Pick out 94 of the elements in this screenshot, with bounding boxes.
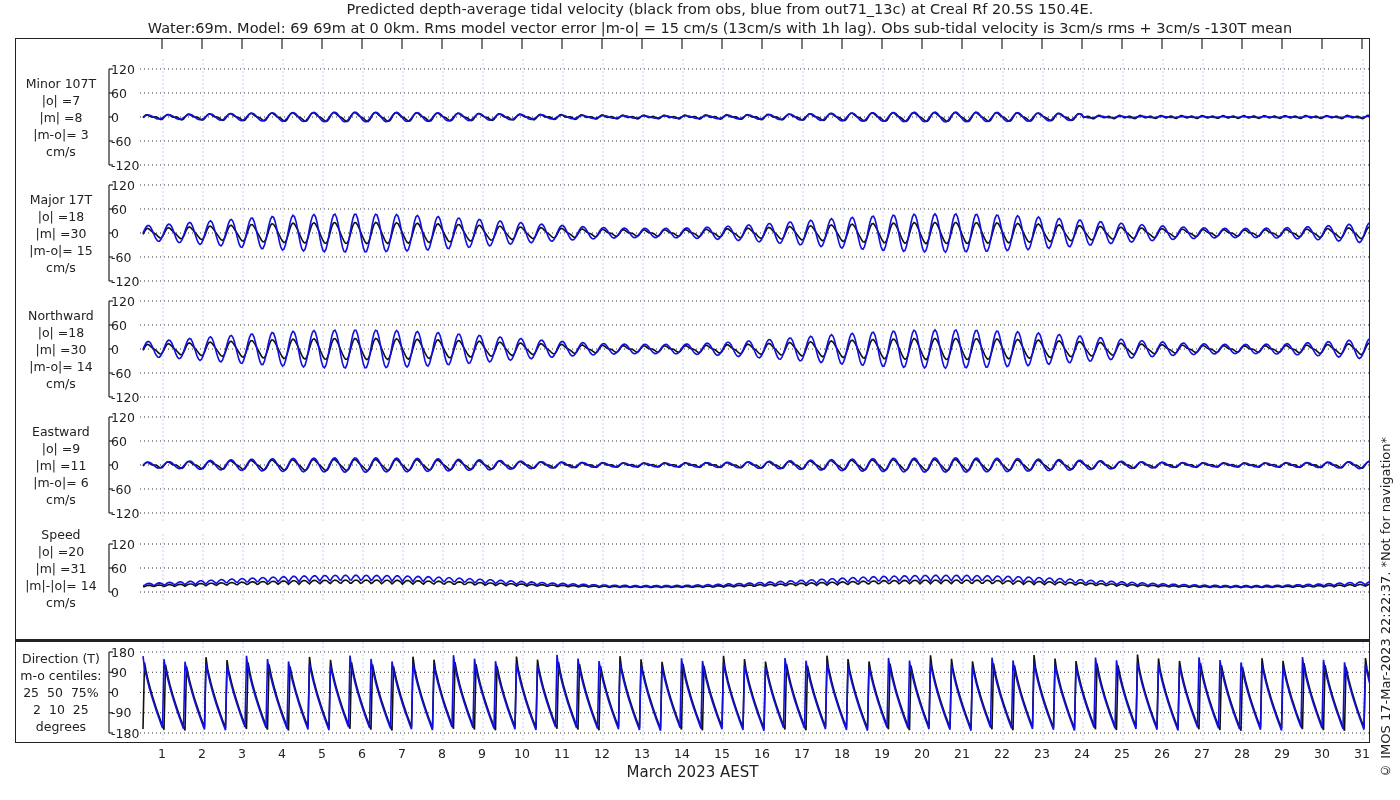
axis-tick-label: 14 [674, 746, 690, 761]
panel-label: |m| =8 [39, 108, 83, 126]
axis-tick-label: 24 [1074, 746, 1090, 761]
panel-label: cm/s [46, 258, 76, 276]
axis-tick-label: 60 [110, 433, 127, 449]
chart-title: Water:69m. Model: 69 69m at 0 0km. Rms model vector error |m-o| = 15 cm/s (13cm/s with 1h lag). Obs sub-tidal velocity is 3cm/s rms + 3cm/s -130T mean [147, 19, 1293, 38]
axis-tick-label: 19 [874, 746, 890, 761]
axis-tick-label: 0 [110, 109, 119, 125]
panel-label: Eastward [32, 422, 90, 440]
axis-tick-label: -180 [110, 725, 140, 741]
panel-label: cm/s [46, 374, 76, 392]
axis-tick-label: 90 [110, 664, 127, 680]
axis-tick-label: 10 [514, 746, 530, 761]
panel-label: |m-o|= 14 [29, 357, 93, 375]
axis-tick-label: 11 [554, 746, 570, 761]
axis-tick-label: 2 [198, 746, 206, 761]
axis-tick-label: 17 [794, 746, 810, 761]
axis-tick-label: 120 [110, 536, 135, 552]
axis-tick-label: -120 [110, 273, 140, 289]
panel-label: |m-o|= 15 [29, 241, 93, 259]
axis-tick-label: 0 [110, 341, 119, 357]
axis-tick-label: 9 [478, 746, 486, 761]
axis-tick-label: 22 [994, 746, 1010, 761]
axis-tick-label: 12 [594, 746, 610, 761]
panel-label: |m| =30 [35, 224, 87, 242]
axis-tick-label: 60 [110, 201, 127, 217]
panel-label: |m-o|= 6 [33, 473, 89, 491]
axis-tick-label: 1 [158, 746, 166, 761]
axis-tick-label: 21 [954, 746, 970, 761]
axis-tick-label: 7 [398, 746, 406, 761]
panel-label: |m|-|o|= 14 [25, 576, 97, 594]
axis-tick-label: 4 [278, 746, 286, 761]
copyright-note: © IMOS 17-Mar-2023 22:22:37. *Not for navigation* [1377, 437, 1393, 778]
axis-tick-label: 31 [1354, 746, 1370, 761]
axis-tick-label: -120 [110, 157, 140, 173]
axis-tick-label: 20 [914, 746, 930, 761]
panel-label: cm/s [46, 490, 76, 508]
axis-tick-label: 26 [1154, 746, 1170, 761]
axis-tick-label: -60 [110, 133, 132, 149]
axis-tick-label: 180 [110, 644, 135, 660]
panel-label: |o| =18 [37, 323, 85, 341]
axis-tick-label: 60 [110, 560, 127, 576]
panel-label: |m-o|= 3 [33, 125, 89, 143]
panel-label: |m| =11 [35, 456, 87, 474]
axis-tick-label: 120 [110, 293, 135, 309]
axis-tick-label: -90 [110, 705, 132, 721]
panel-label: Major 17T [29, 190, 93, 208]
axis-tick-label: 8 [438, 746, 446, 761]
panel-label: Minor 107T [25, 74, 97, 92]
panel-label: |o| =7 [41, 91, 81, 109]
panel-label: |o| =18 [37, 207, 85, 225]
panel-label: cm/s [46, 142, 76, 160]
panel-label: degrees [35, 717, 87, 735]
axis-tick-label: 13 [634, 746, 650, 761]
axis-tick-label: -120 [110, 389, 140, 405]
axis-tick-label: 6 [358, 746, 366, 761]
axis-tick-label: 15 [714, 746, 730, 761]
panel-label: |m| =31 [35, 559, 87, 577]
panel-label: |o| =20 [37, 542, 85, 560]
axis-tick-label: 120 [110, 177, 135, 193]
panel-label: m-o centiles: [20, 666, 102, 684]
axis-tick-label: 29 [1274, 746, 1290, 761]
axis-tick-label: 0 [110, 584, 119, 600]
axis-tick-label: 0 [110, 225, 119, 241]
axis-tick-label: 3 [238, 746, 246, 761]
axis-tick-label: 16 [754, 746, 770, 761]
axis-tick-label: 30 [1314, 746, 1330, 761]
axis-label: March 2023 AEST [625, 763, 760, 781]
panel-label: 25 50 75% [23, 683, 99, 701]
axis-tick-label: 60 [110, 85, 127, 101]
axis-tick-label: 120 [110, 409, 135, 425]
axis-tick-label: 23 [1034, 746, 1050, 761]
axis-tick-label: -120 [110, 505, 140, 521]
axis-tick-label: 28 [1234, 746, 1250, 761]
y-axis [108, 543, 114, 593]
panel-label: Speed [41, 525, 81, 543]
panel-label: Direction (T) [22, 649, 100, 667]
axis-tick-label: -60 [110, 365, 132, 381]
axis-tick-label: 18 [834, 746, 850, 761]
axis-tick-label: 120 [110, 61, 135, 77]
panel-label: cm/s [46, 593, 76, 611]
axis-tick-label: 27 [1194, 746, 1210, 761]
axis-tick-label: -60 [110, 249, 132, 265]
axis-tick-label: 5 [318, 746, 326, 761]
axis-tick-label: 25 [1114, 746, 1130, 761]
panel-label: |m| =30 [35, 340, 87, 358]
axis-tick-label: 0 [110, 457, 119, 473]
axis-tick-label: 60 [110, 317, 127, 333]
panel-label: 2 10 25 [33, 700, 89, 718]
chart-title: Predicted depth-average tidal velocity (black from obs, blue from out71_13c) at Creal Rf 20.5S 150.4E. [346, 0, 1094, 19]
panel-label: Northward [28, 306, 94, 324]
axis-tick-label: -60 [110, 481, 132, 497]
panel-label: |o| =9 [41, 439, 81, 457]
axis-tick-label: 0 [110, 685, 119, 700]
